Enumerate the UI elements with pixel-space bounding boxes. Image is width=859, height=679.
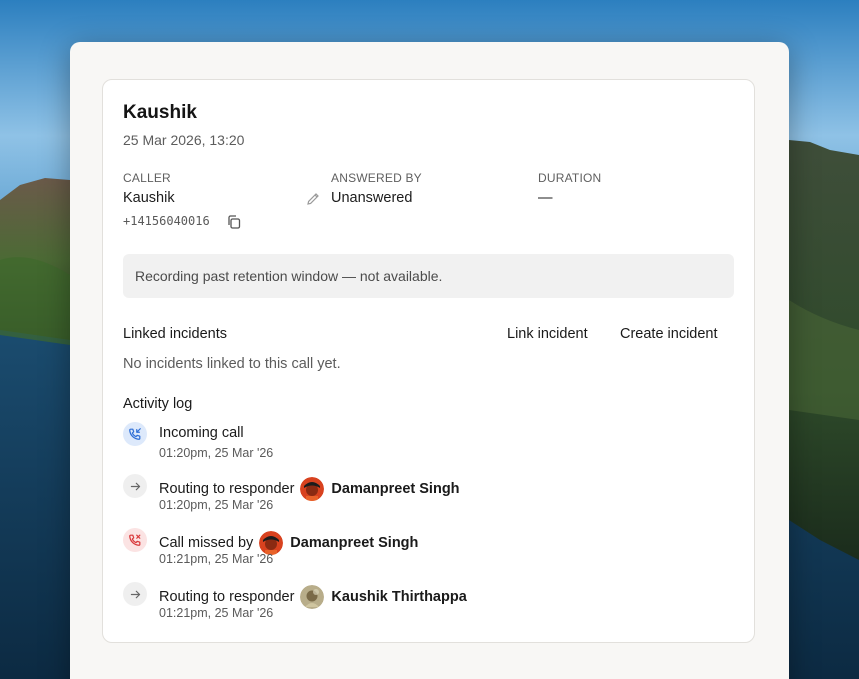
arrow-right-icon — [123, 474, 147, 498]
missed-call-icon — [123, 528, 147, 552]
answered-by-label: ANSWERED BY — [331, 171, 422, 185]
duration-value: — — [538, 190, 553, 206]
avatar — [300, 585, 325, 609]
responder-name: Damanpreet Singh — [290, 535, 419, 551]
caller-label: CALLER — [123, 171, 171, 185]
recording-notice: Recording past retention window — not av… — [123, 254, 734, 298]
caller-name: Kaushik — [123, 190, 175, 206]
caller-phone: +14156040016 — [123, 214, 210, 228]
arrow-right-icon — [123, 582, 147, 606]
incidents-empty-text: No incidents linked to this call yet. — [123, 356, 341, 372]
activity-item: Routing to responder Kaushik Thirthappa … — [123, 582, 723, 628]
call-details-card: Kaushik 25 Mar 2026, 13:20 CALLER Kaushi… — [102, 79, 755, 643]
activity-time: 01:21pm, 25 Mar '26 — [159, 606, 274, 620]
activity-time: 01:21pm, 25 Mar '26 — [159, 552, 274, 566]
activity-item: Incoming call 01:20pm, 25 Mar '26 — [123, 422, 723, 468]
incoming-call-icon — [123, 422, 147, 446]
duration-label: DURATION — [538, 171, 602, 185]
copy-icon[interactable] — [226, 214, 242, 230]
page-title: Kaushik — [123, 102, 197, 123]
activity-log-title: Activity log — [123, 396, 193, 412]
activity-text: Call missed by — [159, 535, 254, 551]
create-incident-button[interactable]: Create incident — [620, 326, 718, 342]
avatar — [300, 477, 325, 501]
activity-text: Routing to responder — [159, 481, 295, 497]
responder-name: Damanpreet Singh — [331, 481, 460, 497]
activity-text: Routing to responder — [159, 589, 295, 605]
call-datetime: 25 Mar 2026, 13:20 — [123, 132, 245, 148]
recording-notice-text: Recording past retention window — not av… — [135, 268, 443, 284]
responder-name: Kaushik Thirthappa — [331, 589, 467, 605]
linked-incidents-title: Linked incidents — [123, 326, 227, 342]
link-incident-button[interactable]: Link incident — [507, 326, 588, 342]
activity-item: Call missed by Damanpreet Singh 01:21pm,… — [123, 528, 723, 574]
activity-time: 01:20pm, 25 Mar '26 — [159, 498, 274, 512]
activity-text: Incoming call — [159, 425, 244, 441]
call-details-panel: Kaushik 25 Mar 2026, 13:20 CALLER Kaushi… — [70, 42, 789, 679]
activity-item: Routing to responder Damanpreet Singh 01… — [123, 474, 723, 520]
answered-by-value: Unanswered — [331, 190, 413, 206]
edit-icon[interactable] — [305, 191, 321, 207]
activity-time: 01:20pm, 25 Mar '26 — [159, 446, 274, 460]
